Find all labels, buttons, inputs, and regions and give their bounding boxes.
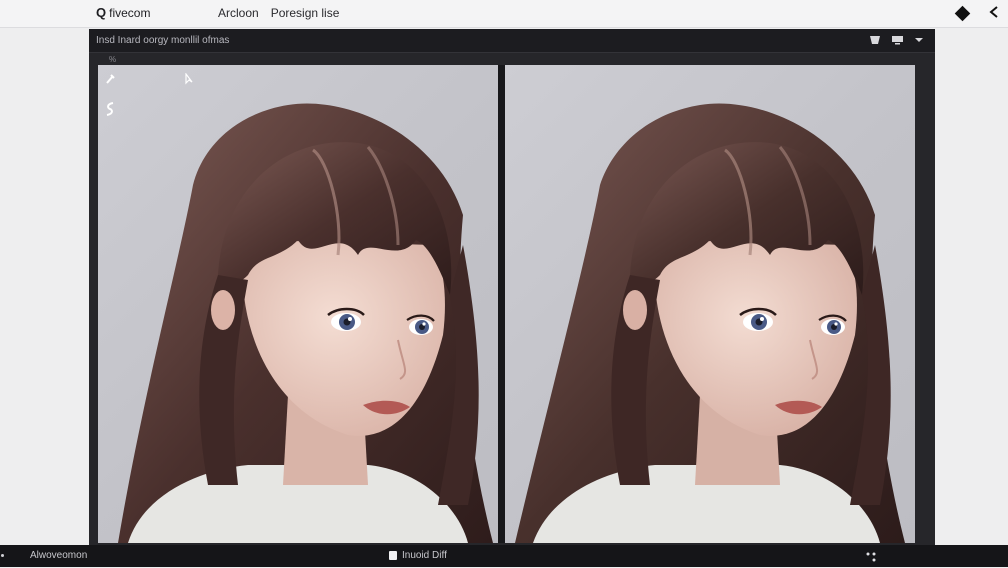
portrait-image-right bbox=[515, 103, 905, 543]
diff-toggle-label: Inuoid Diff bbox=[402, 550, 447, 561]
checkbox-icon[interactable] bbox=[389, 551, 397, 560]
menu-item-poresign[interactable]: Poresign lise bbox=[271, 6, 340, 20]
menu-item-arcloon[interactable]: Arcloon bbox=[218, 6, 259, 20]
viewer-subtext: % bbox=[109, 55, 117, 64]
diamond-icon[interactable] bbox=[954, 5, 971, 21]
viewer-title: Insd Inard oorgy monllil ofmas bbox=[96, 35, 230, 46]
status-bar: Alwoveomon Inuoid Diff bbox=[0, 545, 1008, 567]
status-indicator-icon bbox=[1, 554, 4, 557]
caret-down-icon[interactable] bbox=[912, 34, 926, 46]
chevron-left-icon[interactable] bbox=[986, 4, 1002, 20]
curve-icon[interactable] bbox=[105, 101, 119, 116]
pen-icon[interactable] bbox=[105, 73, 119, 87]
app-top-bar: Q fivecom Arcloon Poresign lise bbox=[0, 0, 1008, 28]
grid-dots-icon[interactable] bbox=[865, 550, 879, 562]
panel-divider[interactable] bbox=[498, 65, 505, 543]
brand-name: fivecom bbox=[109, 5, 151, 20]
app-brand[interactable]: Q fivecom bbox=[96, 5, 150, 20]
cup-icon[interactable] bbox=[868, 34, 882, 46]
status-left-text: Alwoveomon bbox=[30, 550, 88, 561]
top-menu: Arcloon Poresign lise bbox=[218, 6, 339, 20]
comparison-viewer: Insd Inard oorgy monllil ofmas % bbox=[89, 29, 935, 545]
top-right-actions bbox=[954, 4, 1002, 21]
monitor-icon[interactable] bbox=[890, 34, 904, 46]
image-panel-right[interactable] bbox=[505, 65, 915, 543]
viewer-header: Insd Inard oorgy monllil ofmas bbox=[89, 29, 935, 53]
cursor-icon[interactable] bbox=[184, 73, 198, 87]
image-panel-left[interactable] bbox=[98, 65, 498, 543]
viewer-controls bbox=[868, 34, 926, 46]
portrait-image-left bbox=[118, 103, 493, 543]
diff-toggle[interactable]: Inuoid Diff bbox=[389, 550, 447, 561]
brand-logo-icon: Q bbox=[96, 5, 107, 20]
